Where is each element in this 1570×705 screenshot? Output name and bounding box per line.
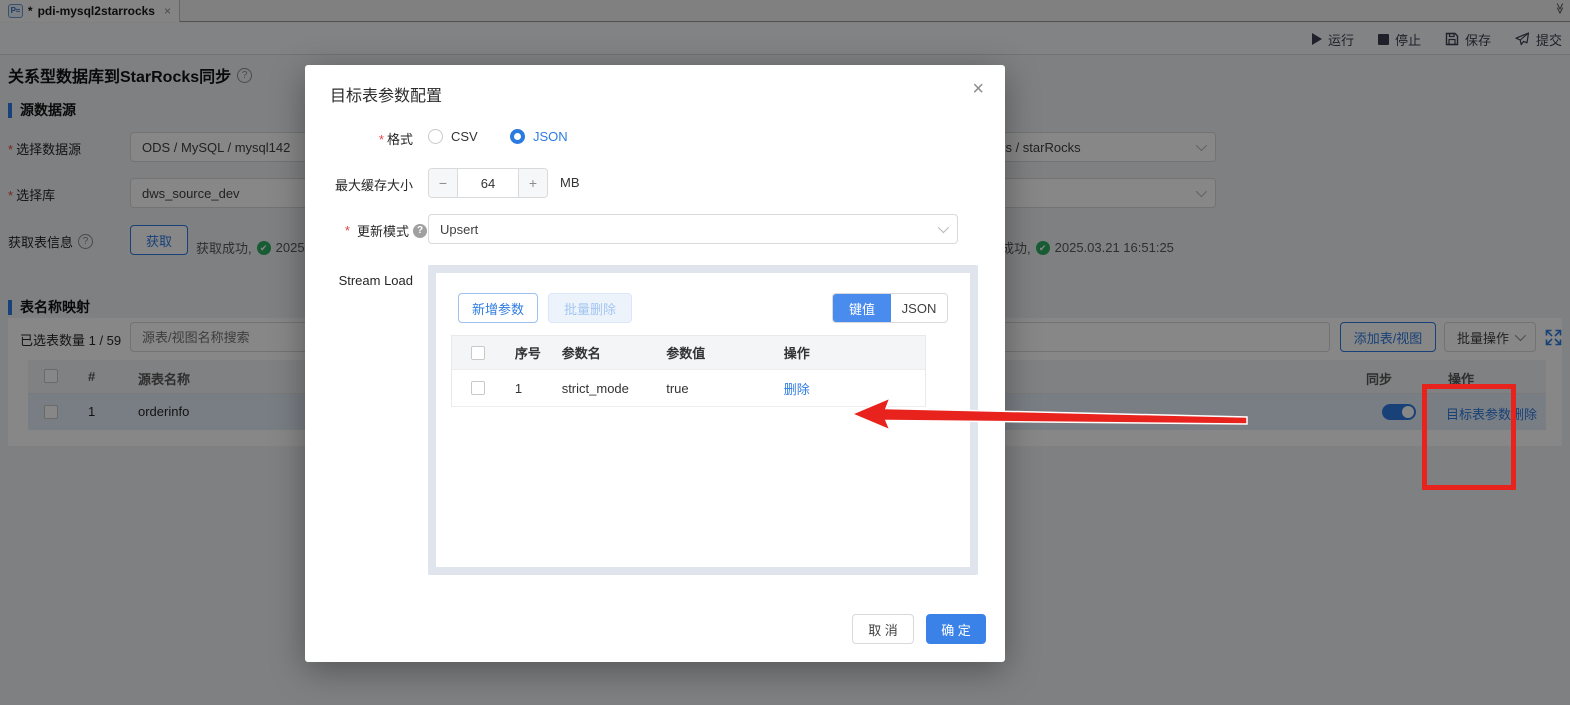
stepper-plus-button[interactable]: + <box>519 169 547 197</box>
stepper-minus-button[interactable]: − <box>429 169 457 197</box>
cache-unit-label: MB <box>560 175 580 190</box>
radio-csv-label[interactable]: CSV <box>451 129 478 144</box>
ok-label: 确 定 <box>941 620 971 639</box>
param-seq: 1 <box>505 370 552 407</box>
col-action: 操作 <box>774 336 925 370</box>
col-seq: 序号 <box>505 336 552 370</box>
stream-load-label: Stream Load <box>305 273 413 288</box>
param-row-checkbox[interactable] <box>471 381 485 395</box>
modal-close-icon[interactable]: × <box>972 79 984 99</box>
cancel-label: 取 消 <box>868 620 898 639</box>
stream-load-panel-inner: 新增参数 批量删除 键值 JSON 序号 参数名 参数值 操作 <box>436 273 970 567</box>
cancel-button[interactable]: 取 消 <box>852 614 914 644</box>
format-label-text: 格式 <box>387 132 413 147</box>
annotation-highlight-box <box>1422 384 1516 490</box>
view-mode-segmented: 键值 JSON <box>832 293 948 323</box>
radio-csv[interactable] <box>428 129 443 144</box>
add-param-label: 新增参数 <box>472 299 524 318</box>
update-mode-value: Upsert <box>440 222 938 237</box>
batch-delete-label: 批量删除 <box>564 299 616 318</box>
params-table-header: 序号 参数名 参数值 操作 <box>452 336 925 370</box>
ok-button[interactable]: 确 定 <box>926 614 986 644</box>
cache-size-stepper: − + <box>428 168 548 198</box>
add-param-button[interactable]: 新增参数 <box>458 293 538 323</box>
params-table-row: 1 strict_mode true 删除 <box>452 370 925 407</box>
batch-delete-button[interactable]: 批量删除 <box>548 293 632 323</box>
modal-title: 目标表参数配置 <box>330 82 442 106</box>
update-mode-label-text: 更新模式 <box>357 221 409 240</box>
required-asterisk: * <box>345 223 350 238</box>
update-mode-label: * 更新模式 ? <box>305 221 427 240</box>
col-param-value: 参数值 <box>656 336 773 370</box>
param-value: true <box>656 370 773 407</box>
param-name: strict_mode <box>552 370 657 407</box>
format-label: *格式 <box>305 129 413 148</box>
update-mode-select[interactable]: Upsert <box>428 214 958 244</box>
radio-json-label[interactable]: JSON <box>533 129 568 144</box>
params-table: 序号 参数名 参数值 操作 1 strict_mode true 删除 <box>451 335 926 407</box>
stream-load-panel: 新增参数 批量删除 键值 JSON 序号 参数名 参数值 操作 <box>428 265 978 575</box>
cache-size-input[interactable] <box>457 169 519 197</box>
col-param-name: 参数名 <box>552 336 657 370</box>
segment-json[interactable]: JSON <box>891 294 947 322</box>
segment-key-value[interactable]: 键值 <box>833 294 891 322</box>
target-table-params-modal: 目标表参数配置 × *格式 CSV JSON 最大缓存大小 − + MB *更新… <box>305 65 1005 662</box>
params-select-all-checkbox[interactable] <box>471 346 485 360</box>
required-asterisk: * <box>379 132 384 147</box>
app-root: P≈ * pdi-mysql2starrocks × ≫ 运行 停止 <box>0 0 1570 705</box>
chevron-down-icon <box>938 222 949 233</box>
cache-size-label: 最大缓存大小 <box>305 175 413 194</box>
help-icon-filled[interactable]: ? <box>413 224 427 238</box>
param-delete-link[interactable]: 删除 <box>784 379 810 398</box>
radio-json[interactable] <box>510 129 525 144</box>
